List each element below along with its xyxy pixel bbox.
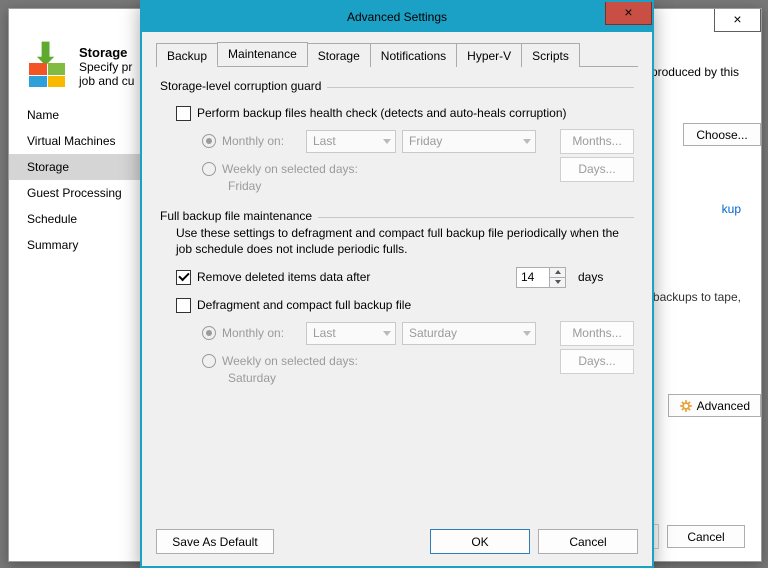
save-as-default-button[interactable]: Save As Default [156,529,274,554]
g1-monthly-day-value: Friday [409,134,442,148]
wizard-cancel-button[interactable]: Cancel [667,525,745,548]
storage-icon: ⬇ [27,45,69,87]
tab-backup[interactable]: Backup [156,43,218,67]
g1-monthly-week-select[interactable]: Last [306,130,396,153]
g1-monthly-day-select[interactable]: Friday [402,130,536,153]
chevron-down-icon [523,331,531,336]
g2-monthly-week-select[interactable]: Last [306,322,396,345]
wizard-nav: Name Virtual Machines Storage Guest Proc… [9,98,144,520]
dialog-title: Advanced Settings [347,10,447,24]
choose-button[interactable]: Choose... [683,123,761,146]
dialog-footer: Save As Default OK Cancel [156,529,638,554]
nav-name[interactable]: Name [9,102,144,128]
g1-monthly-radio[interactable] [202,134,216,148]
link-fragment[interactable]: kup [722,202,741,216]
spinner-up-icon[interactable] [550,268,565,278]
dialog-close-button[interactable]: × [605,2,652,25]
defrag-checkbox[interactable] [176,298,191,313]
group1-title: Storage-level corruption guard [160,79,321,93]
g2-monthly-label: Monthly on: [222,326,300,340]
page-subtitle2: job and cu [79,74,134,88]
subtitle-a: Specify pr [79,60,132,74]
page-subtitle: Specify pr [79,60,134,74]
remove-days-unit: days [572,270,634,284]
nav-storage[interactable]: Storage [9,154,144,180]
remove-deleted-checkbox[interactable] [176,270,191,285]
advanced-settings-dialog: Advanced Settings × Backup Maintenance S… [140,0,654,568]
g2-monthly-week-value: Last [313,326,336,340]
cancel-button[interactable]: Cancel [538,529,638,554]
g1-days-button[interactable]: Days... [560,157,634,182]
group-corruption-guard: Storage-level corruption guard Perform b… [160,79,634,193]
advanced-button[interactable]: Advanced [668,394,761,417]
g2-weekly-radio[interactable] [202,354,216,368]
defrag-label: Defragment and compact full backup file [197,298,411,312]
g1-months-button[interactable]: Months... [560,129,634,154]
advanced-label: Advanced [697,399,750,413]
chevron-down-icon [523,139,531,144]
tab-notifications[interactable]: Notifications [370,43,457,67]
g2-monthly-day-value: Saturday [409,326,457,340]
remove-days-value[interactable]: 14 [516,267,550,288]
tab-scripts[interactable]: Scripts [521,43,580,67]
g2-weekly-label: Weekly on selected days: [222,354,358,368]
g2-days-button[interactable]: Days... [560,349,634,374]
g2-monthly-radio[interactable] [202,326,216,340]
spinner-down-icon[interactable] [550,278,565,287]
tab-hyperv[interactable]: Hyper-V [456,43,522,67]
dialog-titlebar: Advanced Settings × [142,2,652,32]
g1-monthly-week-value: Last [313,134,336,148]
g2-months-button[interactable]: Months... [560,321,634,346]
ok-button[interactable]: OK [430,529,530,554]
group2-desc: Use these settings to defragment and com… [160,223,634,263]
nav-virtual-machines[interactable]: Virtual Machines [9,128,144,154]
g1-weekly-radio[interactable] [202,162,216,176]
g1-monthly-label: Monthly on: [222,134,300,148]
gear-icon [679,399,693,413]
maintenance-panel: Storage-level corruption guard Perform b… [156,67,638,405]
wizard-cancel-label: Cancel [687,530,724,544]
nav-guest-processing[interactable]: Guest Processing [9,180,144,206]
remove-deleted-label: Remove deleted items data after [197,270,370,284]
health-check-checkbox[interactable] [176,106,191,121]
dialog-tabs: Backup Maintenance Storage Notifications… [156,42,638,67]
g1-weekly-label: Weekly on selected days: [222,162,358,176]
group-full-backup-maintenance: Full backup file maintenance Use these s… [160,209,634,385]
page-title: Storage [79,45,134,60]
group2-title: Full backup file maintenance [160,209,312,223]
g2-monthly-day-select[interactable]: Saturday [402,322,536,345]
wizard-close-button[interactable]: × [714,9,761,32]
tab-storage[interactable]: Storage [307,43,371,67]
chevron-down-icon [383,331,391,336]
health-check-label: Perform backup files health check (detec… [197,106,567,120]
remove-days-spinner[interactable]: 14 [516,267,566,288]
nav-schedule[interactable]: Schedule [9,206,144,232]
choose-label: Choose... [696,128,747,142]
nav-summary[interactable]: Summary [9,232,144,258]
chevron-down-icon [383,139,391,144]
tab-maintenance[interactable]: Maintenance [217,42,308,66]
